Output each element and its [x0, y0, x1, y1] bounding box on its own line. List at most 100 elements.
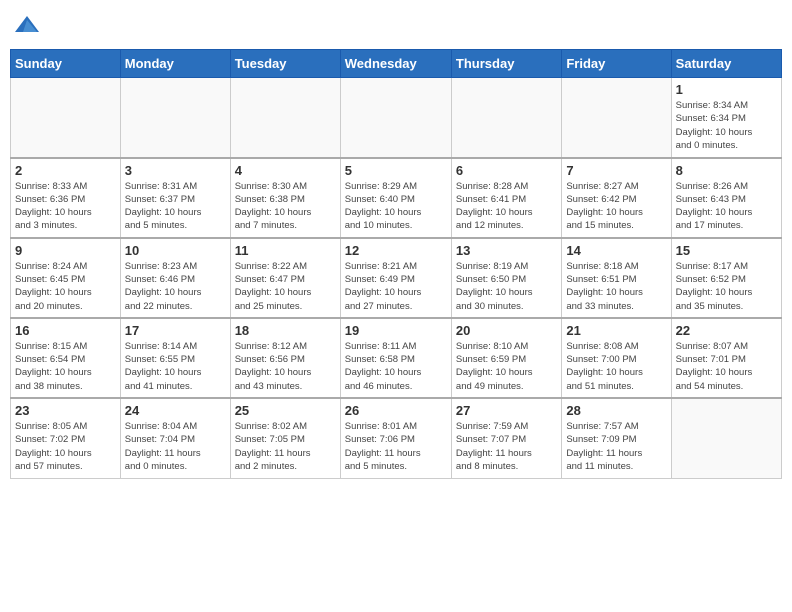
day-number: 2 — [15, 163, 116, 178]
day-info: Sunrise: 7:57 AM Sunset: 7:09 PM Dayligh… — [566, 420, 666, 473]
calendar-row-2: 2Sunrise: 8:33 AM Sunset: 6:36 PM Daylig… — [11, 158, 782, 238]
day-number: 8 — [676, 163, 777, 178]
calendar-cell: 8 Sunrise: 8:26 AM Sunset: 6:43 PM Daylig… — [671, 158, 781, 238]
day-info: Sunrise: 7:59 AM Sunset: 7:07 PM Dayligh… — [456, 420, 557, 473]
calendar-cell: 9 Sunrise: 8:24 AM Sunset: 6:45 PM Daylig… — [11, 238, 121, 318]
calendar-cell — [230, 78, 340, 158]
calendar-row-3: 9 Sunrise: 8:24 AM Sunset: 6:45 PM Daylig… — [11, 238, 782, 318]
calendar-cell — [340, 78, 451, 158]
calendar-cell: 24 Sunrise: 8:04 AM Sunset: 7:04 PM Dayli… — [120, 398, 230, 478]
weekday-header-wednesday: Wednesday — [340, 50, 451, 78]
day-info: Sunrise: 8:22 AM Sunset: 6:47 PM Dayligh… — [235, 260, 336, 313]
calendar-row-1: 1 Sunrise: 8:34 AM Sunset: 6:34 PM Daylig… — [11, 78, 782, 158]
day-number: 3 — [125, 163, 226, 178]
day-info: Sunrise: 8:12 AM Sunset: 6:56 PM Dayligh… — [235, 340, 336, 393]
calendar-cell: 15 Sunrise: 8:17 AM Sunset: 6:52 PM Dayli… — [671, 238, 781, 318]
calendar-cell: 4 Sunrise: 8:30 AM Sunset: 6:38 PM Daylig… — [230, 158, 340, 238]
calendar-cell: 23 Sunrise: 8:05 AM Sunset: 7:02 PM Dayli… — [11, 398, 121, 478]
day-info: Sunrise: 8:21 AM Sunset: 6:49 PM Dayligh… — [345, 260, 447, 313]
day-number: 18 — [235, 323, 336, 338]
calendar-cell — [451, 78, 561, 158]
calendar-cell — [562, 78, 671, 158]
day-info: Sunrise: 8:19 AM Sunset: 6:50 PM Dayligh… — [456, 260, 557, 313]
day-number: 25 — [235, 403, 336, 418]
day-info: Sunrise: 8:24 AM Sunset: 6:45 PM Dayligh… — [15, 260, 116, 313]
day-number: 11 — [235, 243, 336, 258]
day-info: Sunrise: 8:30 AM Sunset: 6:38 PM Dayligh… — [235, 180, 336, 233]
calendar-cell: 19 Sunrise: 8:11 AM Sunset: 6:58 PM Dayli… — [340, 318, 451, 398]
calendar-cell: 12 Sunrise: 8:21 AM Sunset: 6:49 PM Dayli… — [340, 238, 451, 318]
calendar-cell: 16 Sunrise: 8:15 AM Sunset: 6:54 PM Dayli… — [11, 318, 121, 398]
weekday-header-monday: Monday — [120, 50, 230, 78]
day-info: Sunrise: 8:08 AM Sunset: 7:00 PM Dayligh… — [566, 340, 666, 393]
weekday-header-thursday: Thursday — [451, 50, 561, 78]
day-number: 27 — [456, 403, 557, 418]
calendar-cell: 26 Sunrise: 8:01 AM Sunset: 7:06 PM Dayli… — [340, 398, 451, 478]
day-info: Sunrise: 8:18 AM Sunset: 6:51 PM Dayligh… — [566, 260, 666, 313]
day-number: 6 — [456, 163, 557, 178]
weekday-header-sunday: Sunday — [11, 50, 121, 78]
day-number: 17 — [125, 323, 226, 338]
day-number: 20 — [456, 323, 557, 338]
calendar-cell: 18 Sunrise: 8:12 AM Sunset: 6:56 PM Dayli… — [230, 318, 340, 398]
day-info: Sunrise: 8:29 AM Sunset: 6:40 PM Dayligh… — [345, 180, 447, 233]
day-number: 16 — [15, 323, 116, 338]
day-number: 12 — [345, 243, 447, 258]
day-number: 10 — [125, 243, 226, 258]
day-info: Sunrise: 8:23 AM Sunset: 6:46 PM Dayligh… — [125, 260, 226, 313]
day-number: 28 — [566, 403, 666, 418]
calendar-cell: 1 Sunrise: 8:34 AM Sunset: 6:34 PM Daylig… — [671, 78, 781, 158]
day-number: 15 — [676, 243, 777, 258]
calendar-table: SundayMondayTuesdayWednesdayThursdayFrid… — [10, 49, 782, 479]
logo-icon — [13, 12, 41, 45]
day-number: 4 — [235, 163, 336, 178]
day-info: Sunrise: 8:31 AM Sunset: 6:37 PM Dayligh… — [125, 180, 226, 233]
day-number: 1 — [676, 82, 777, 97]
day-number: 21 — [566, 323, 666, 338]
day-info: Sunrise: 8:17 AM Sunset: 6:52 PM Dayligh… — [676, 260, 777, 313]
logo — [10, 10, 41, 45]
day-info: Sunrise: 8:01 AM Sunset: 7:06 PM Dayligh… — [345, 420, 447, 473]
day-info: Sunrise: 8:14 AM Sunset: 6:55 PM Dayligh… — [125, 340, 226, 393]
calendar-cell — [11, 78, 121, 158]
day-info: Sunrise: 8:15 AM Sunset: 6:54 PM Dayligh… — [15, 340, 116, 393]
day-number: 23 — [15, 403, 116, 418]
day-info: Sunrise: 8:04 AM Sunset: 7:04 PM Dayligh… — [125, 420, 226, 473]
calendar-cell: 27 Sunrise: 7:59 AM Sunset: 7:07 PM Dayli… — [451, 398, 561, 478]
day-number: 19 — [345, 323, 447, 338]
calendar-cell: 6 Sunrise: 8:28 AM Sunset: 6:41 PM Daylig… — [451, 158, 561, 238]
day-number: 9 — [15, 243, 116, 258]
day-number: 22 — [676, 323, 777, 338]
day-info: Sunrise: 8:28 AM Sunset: 6:41 PM Dayligh… — [456, 180, 557, 233]
day-number: 14 — [566, 243, 666, 258]
day-info: Sunrise: 8:34 AM Sunset: 6:34 PM Dayligh… — [676, 99, 777, 152]
calendar-row-5: 23 Sunrise: 8:05 AM Sunset: 7:02 PM Dayli… — [11, 398, 782, 478]
day-info: Sunrise: 8:26 AM Sunset: 6:43 PM Dayligh… — [676, 180, 777, 233]
calendar-cell — [120, 78, 230, 158]
day-number: 26 — [345, 403, 447, 418]
calendar-cell: 10 Sunrise: 8:23 AM Sunset: 6:46 PM Dayli… — [120, 238, 230, 318]
weekday-header-saturday: Saturday — [671, 50, 781, 78]
weekday-header-friday: Friday — [562, 50, 671, 78]
day-number: 13 — [456, 243, 557, 258]
day-number: 24 — [125, 403, 226, 418]
calendar-cell: 2Sunrise: 8:33 AM Sunset: 6:36 PM Daylig… — [11, 158, 121, 238]
weekday-header-tuesday: Tuesday — [230, 50, 340, 78]
calendar-cell: 20Sunrise: 8:10 AM Sunset: 6:59 PM Dayli… — [451, 318, 561, 398]
calendar-cell: 28 Sunrise: 7:57 AM Sunset: 7:09 PM Dayli… — [562, 398, 671, 478]
day-info: Sunrise: 8:05 AM Sunset: 7:02 PM Dayligh… — [15, 420, 116, 473]
calendar-header-row: SundayMondayTuesdayWednesdayThursdayFrid… — [11, 50, 782, 78]
calendar-cell — [671, 398, 781, 478]
calendar-cell: 25 Sunrise: 8:02 AM Sunset: 7:05 PM Dayli… — [230, 398, 340, 478]
calendar-cell: 21 Sunrise: 8:08 AM Sunset: 7:00 PM Dayli… — [562, 318, 671, 398]
day-number: 7 — [566, 163, 666, 178]
calendar-cell: 7Sunrise: 8:27 AM Sunset: 6:42 PM Daylig… — [562, 158, 671, 238]
calendar-cell: 17 Sunrise: 8:14 AM Sunset: 6:55 PM Dayli… — [120, 318, 230, 398]
day-info: Sunrise: 8:02 AM Sunset: 7:05 PM Dayligh… — [235, 420, 336, 473]
calendar-cell: 5Sunrise: 8:29 AM Sunset: 6:40 PM Daylig… — [340, 158, 451, 238]
page-header — [10, 10, 782, 45]
calendar-cell: 13 Sunrise: 8:19 AM Sunset: 6:50 PM Dayli… — [451, 238, 561, 318]
calendar-cell: 11 Sunrise: 8:22 AM Sunset: 6:47 PM Dayli… — [230, 238, 340, 318]
day-info: Sunrise: 8:11 AM Sunset: 6:58 PM Dayligh… — [345, 340, 447, 393]
calendar-cell: 14 Sunrise: 8:18 AM Sunset: 6:51 PM Dayli… — [562, 238, 671, 318]
